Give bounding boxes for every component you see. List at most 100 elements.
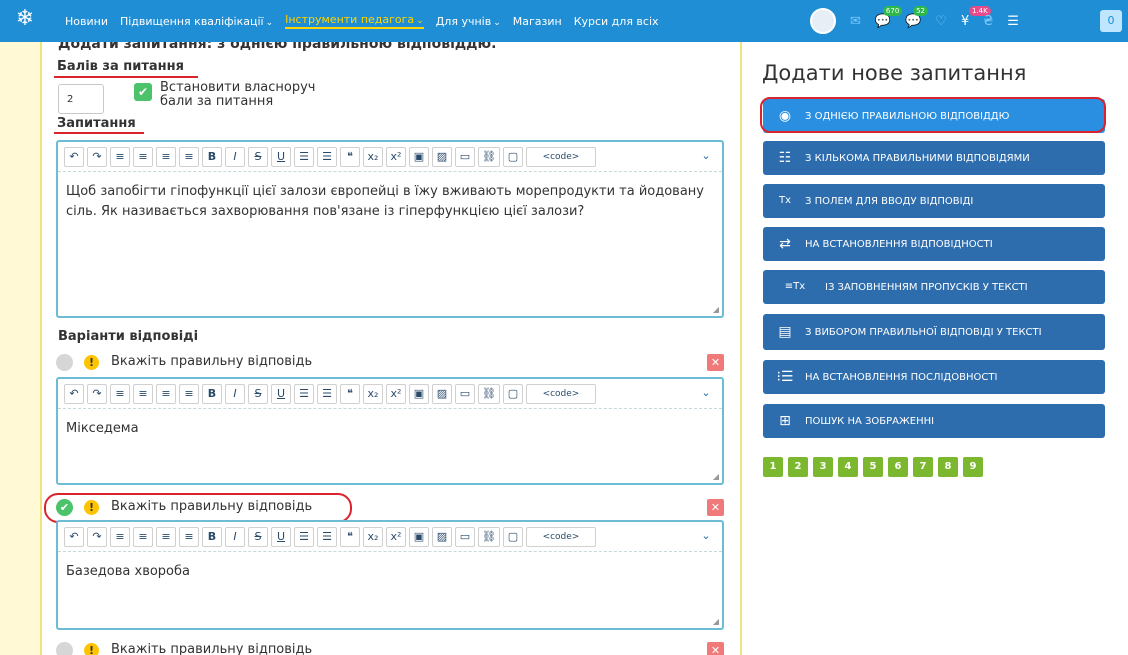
link-icon[interactable]: ⛓ <box>478 383 500 404</box>
question-type-image-search[interactable]: ⊞ ПОШУК НА ЗОБРАЖЕННІ <box>763 404 1105 438</box>
resize-handle-icon[interactable]: ◢ <box>713 305 719 314</box>
answer-text[interactable]: Базедова хвороба <box>58 552 722 592</box>
answer-editor[interactable]: ↶ ↷ ≡ ≡ ≡ ≡ B I S U ☰ ☰ ❝ x₂ x² ▣ ▨ ▭ ⛓ … <box>56 520 724 630</box>
media-icon[interactable]: ▨ <box>432 383 452 404</box>
italic-icon[interactable]: I <box>225 146 245 167</box>
link-icon[interactable]: ⛓ <box>478 146 500 167</box>
hryvnia-icon[interactable]: ₴ <box>983 14 993 29</box>
page-button-8[interactable]: 8 <box>938 457 958 477</box>
chevron-down-icon[interactable]: ⌄ <box>696 384 716 404</box>
nav-item-news[interactable]: Новини <box>65 15 108 28</box>
question-type-matching[interactable]: ⇄ НА ВСТАНОВЛЕННЯ ВІДПОВІДНОСТІ <box>763 227 1105 261</box>
question-type-sequence[interactable]: ⁝☰ НА ВСТАНОВЛЕННЯ ПОСЛІДОВНОСТІ <box>763 360 1105 394</box>
nav-item-for-students[interactable]: Для учнів ⌄ <box>436 15 501 28</box>
chevron-down-icon[interactable]: ⌄ <box>696 147 716 167</box>
page-button-7[interactable]: 7 <box>913 457 933 477</box>
comment-icon[interactable]: ▢ <box>502 526 523 547</box>
correct-answer-radio[interactable] <box>56 354 73 371</box>
cart-button[interactable]: 0 <box>1100 10 1122 32</box>
page-button-9[interactable]: 9 <box>963 457 983 477</box>
align-center-icon[interactable]: ≡ <box>133 526 153 547</box>
page-button-6[interactable]: 6 <box>888 457 908 477</box>
nav-item-shop[interactable]: Магазин <box>513 15 562 28</box>
strikethrough-icon[interactable]: S <box>248 526 268 547</box>
heart-icon[interactable]: ♡ <box>935 14 947 29</box>
menu-icon[interactable]: ☰ <box>1007 14 1019 29</box>
undo-icon[interactable]: ↶ <box>64 526 84 547</box>
image-icon[interactable]: ▣ <box>409 383 429 404</box>
points-input[interactable]: 2 <box>58 84 104 114</box>
superscript-icon[interactable]: x² <box>386 383 406 404</box>
strikethrough-icon[interactable]: S <box>248 383 268 404</box>
nav-item-qualification[interactable]: Підвищення кваліфікації ⌄ <box>120 15 273 28</box>
italic-icon[interactable]: I <box>225 383 245 404</box>
comment-icon[interactable]: ▢ <box>502 383 523 404</box>
correct-answer-radio[interactable]: ✔ <box>56 499 73 516</box>
question-type-fill-gaps[interactable]: ≡Tx ІЗ ЗАПОВНЕННЯМ ПРОПУСКІВ У ТЕКСТІ <box>763 270 1105 304</box>
mail-icon[interactable]: ✉ <box>850 14 861 29</box>
bullet-list-icon[interactable]: ☰ <box>294 526 314 547</box>
avatar[interactable] <box>810 8 836 34</box>
align-center-icon[interactable]: ≡ <box>133 383 153 404</box>
manual-points-checkbox[interactable]: ✔ <box>134 83 152 101</box>
bullet-list-icon[interactable]: ☰ <box>294 383 314 404</box>
remove-answer-button[interactable]: ✕ <box>707 354 724 371</box>
code-icon[interactable]: <code> <box>525 383 596 404</box>
redo-icon[interactable]: ↷ <box>87 146 107 167</box>
snowflake-logo-icon[interactable]: ❄ <box>12 6 38 32</box>
underline-icon[interactable]: U <box>271 146 291 167</box>
code-icon[interactable]: <code> <box>525 146 596 167</box>
code-icon[interactable]: <code> <box>525 526 596 547</box>
bold-icon[interactable]: B <box>202 526 222 547</box>
justify-icon[interactable]: ≡ <box>179 383 199 404</box>
align-right-icon[interactable]: ≡ <box>156 526 176 547</box>
answer-text[interactable]: Мікседема <box>58 409 722 449</box>
bullet-list-icon[interactable]: ☰ <box>294 146 314 167</box>
numbered-list-icon[interactable]: ☰ <box>317 526 337 547</box>
chevron-down-icon[interactable]: ⌄ <box>696 527 716 547</box>
numbered-list-icon[interactable]: ☰ <box>317 383 337 404</box>
file-icon[interactable]: ▭ <box>455 526 475 547</box>
media-icon[interactable]: ▨ <box>432 146 452 167</box>
bold-icon[interactable]: B <box>202 146 222 167</box>
quote-icon[interactable]: ❝ <box>340 526 360 547</box>
comment-icon[interactable]: ▢ <box>502 146 523 167</box>
resize-handle-icon[interactable]: ◢ <box>713 617 719 626</box>
resize-handle-icon[interactable]: ◢ <box>713 472 719 481</box>
subscript-icon[interactable]: x₂ <box>363 146 383 167</box>
superscript-icon[interactable]: x² <box>386 146 406 167</box>
align-center-icon[interactable]: ≡ <box>133 146 153 167</box>
quote-icon[interactable]: ❝ <box>340 383 360 404</box>
page-button-4[interactable]: 4 <box>838 457 858 477</box>
nav-item-courses[interactable]: Курси для всіх <box>574 15 659 28</box>
bold-icon[interactable]: B <box>202 383 222 404</box>
align-left-icon[interactable]: ≡ <box>110 526 130 547</box>
question-text[interactable]: Щоб запобігти гіпофункції цієї залози єв… <box>58 172 722 232</box>
page-button-3[interactable]: 3 <box>813 457 833 477</box>
underline-icon[interactable]: U <box>271 383 291 404</box>
question-editor[interactable]: ↶ ↷ ≡ ≡ ≡ ≡ B I S U ☰ ☰ ❝ x₂ x² ▣ ▨ ▭ ⛓ … <box>56 140 724 318</box>
question-type-multiple-answers[interactable]: ☷ З КІЛЬКОМА ПРАВИЛЬНИМИ ВІДПОВІДЯМИ <box>763 141 1105 175</box>
align-left-icon[interactable]: ≡ <box>110 383 130 404</box>
italic-icon[interactable]: I <box>225 526 245 547</box>
undo-icon[interactable]: ↶ <box>64 383 84 404</box>
link-icon[interactable]: ⛓ <box>478 526 500 547</box>
notifications-icon[interactable]: 💬 52 <box>905 5 929 29</box>
question-type-select-in-text[interactable]: ▤ З ВИБОРОМ ПРАВИЛЬНОЇ ВІДПОВІДІ У ТЕКСТ… <box>763 314 1105 350</box>
question-type-text-input[interactable]: Tx З ПОЛЕМ ДЛЯ ВВОДУ ВІДПОВІДІ <box>763 184 1105 218</box>
correct-answer-radio[interactable] <box>56 642 73 655</box>
remove-answer-button[interactable]: ✕ <box>707 642 724 655</box>
undo-icon[interactable]: ↶ <box>64 146 84 167</box>
redo-icon[interactable]: ↷ <box>87 526 107 547</box>
bonus-icon[interactable]: ¥1.4K <box>961 5 991 29</box>
align-left-icon[interactable]: ≡ <box>110 146 130 167</box>
superscript-icon[interactable]: x² <box>386 526 406 547</box>
justify-icon[interactable]: ≡ <box>179 146 199 167</box>
nav-item-teacher-tools[interactable]: Інструменти педагога ⌄ <box>285 13 424 29</box>
subscript-icon[interactable]: x₂ <box>363 526 383 547</box>
underline-icon[interactable]: U <box>271 526 291 547</box>
answer-editor[interactable]: ↶ ↷ ≡ ≡ ≡ ≡ B I S U ☰ ☰ ❝ x₂ x² ▣ ▨ ▭ ⛓ … <box>56 377 724 485</box>
justify-icon[interactable]: ≡ <box>179 526 199 547</box>
page-button-5[interactable]: 5 <box>863 457 883 477</box>
align-right-icon[interactable]: ≡ <box>156 383 176 404</box>
